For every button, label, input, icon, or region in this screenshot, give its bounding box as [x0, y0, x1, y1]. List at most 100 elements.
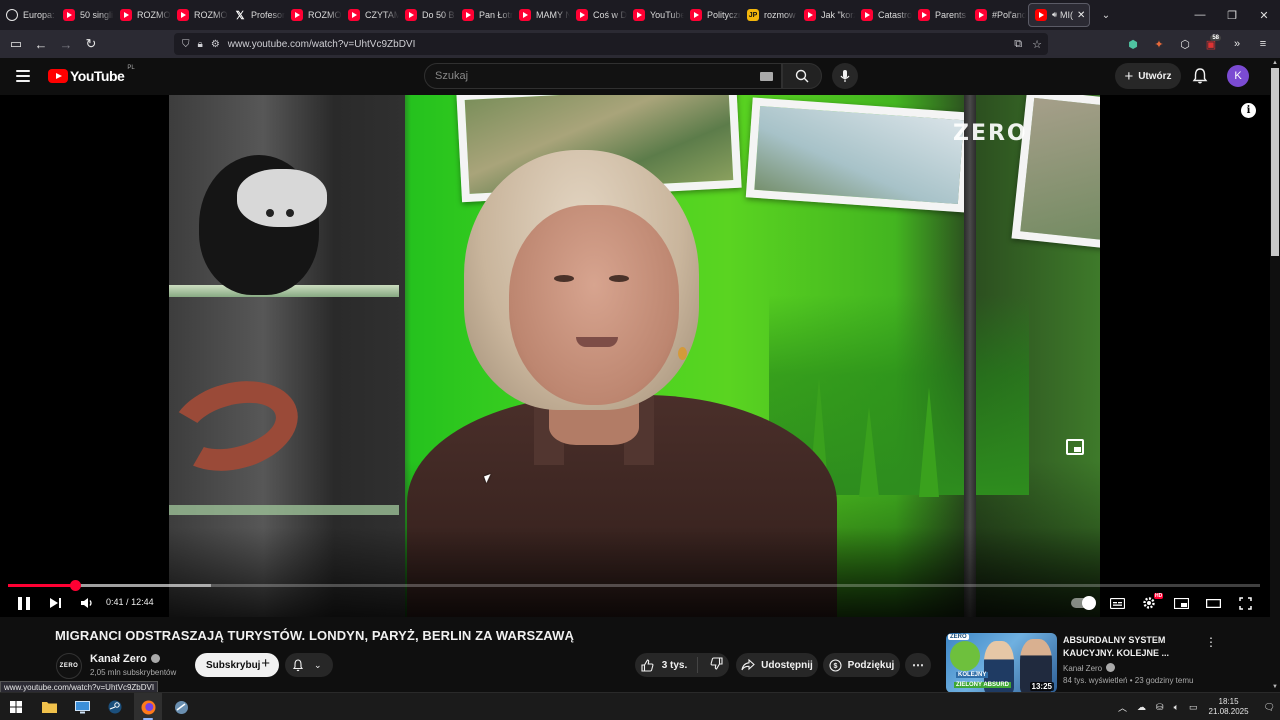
url-text[interactable]: www.youtube.com/watch?v=UhtVc9ZbDVI — [228, 39, 416, 50]
browser-tab-label: YouTube — [650, 10, 684, 20]
recommended-video[interactable]: ZERO KOLEJNY ZIELONY ABSURD 13:25 ABSURD… — [946, 633, 1266, 693]
shield-icon[interactable]: ⛉ — [182, 39, 190, 50]
network-icon[interactable]: ▭ — [1189, 702, 1198, 713]
like-button[interactable]: 3 tys. — [641, 657, 699, 673]
more-actions-button[interactable]: ⋯ — [905, 653, 931, 677]
fullscreen-button[interactable] — [1234, 589, 1256, 617]
windows-logo-icon — [10, 701, 22, 713]
sidebar-toggle-icon[interactable]: ▭ — [4, 32, 28, 56]
channel-name[interactable]: Kanał Zero — [90, 653, 147, 665]
extensions-puzzle-icon[interactable]: ⬡ — [1174, 38, 1196, 51]
scrollbar-thumb[interactable] — [1271, 68, 1279, 256]
steam-app-button[interactable] — [101, 693, 129, 720]
subtitles-button[interactable] — [1106, 589, 1128, 617]
recommended-title[interactable]: ABSURDALNY SYSTEM KAUCYJNY. KOLEJNE ... — [1063, 634, 1183, 660]
browser-tab[interactable]: Polityczn — [684, 0, 741, 30]
browser-tab[interactable]: Catastro — [855, 0, 912, 30]
extension-shield-icon[interactable]: ⬢ — [1122, 38, 1144, 51]
file-explorer-button[interactable] — [35, 693, 63, 720]
extension-badge-icon[interactable]: ▣ 58 — [1200, 34, 1222, 51]
browser-tab[interactable]: CZYTAM — [342, 0, 399, 30]
search-button[interactable] — [782, 63, 822, 89]
create-button[interactable]: + Utwórz — [1115, 63, 1181, 89]
page-scrollbar[interactable]: ▲ ▼ — [1270, 58, 1280, 692]
video-title: MIGRANCI ODSTRASZAJĄ TURYSTÓW. LONDYN, P… — [55, 628, 574, 643]
permissions-icon[interactable]: ⚙ — [211, 39, 220, 50]
forward-button[interactable]: → — [54, 32, 78, 56]
clock[interactable]: 18:15 21.08.2025 — [1209, 697, 1249, 717]
share-button[interactable]: Udostępnij — [736, 653, 818, 677]
account-avatar[interactable]: K — [1227, 65, 1249, 87]
recommended-menu-icon[interactable]: ⋮ — [1205, 635, 1217, 649]
menu-icon[interactable]: ≡ — [1252, 38, 1274, 50]
browser-tab[interactable]: Do 50 B — [399, 0, 456, 30]
autoplay-toggle[interactable] — [1071, 596, 1096, 610]
steam-icon — [108, 700, 122, 714]
recommended-thumbnail[interactable]: ZERO KOLEJNY ZIELONY ABSURD 13:25 — [946, 633, 1057, 693]
close-window-icon[interactable]: ✕ — [1248, 0, 1280, 30]
pause-button[interactable] — [14, 589, 34, 617]
tray-overflow-icon[interactable]: ︿ — [1118, 701, 1127, 714]
product-shelf-icon[interactable] — [1066, 439, 1084, 455]
browser-tab[interactable]: Europa: — [0, 0, 57, 30]
progress-bar[interactable] — [8, 580, 1260, 591]
overflow-chevron-icon[interactable]: » — [1226, 38, 1248, 50]
speaker-icon[interactable]: 🔈︎ — [1174, 702, 1179, 713]
browser-tab[interactable]: ROZMO — [114, 0, 171, 30]
start-button[interactable] — [2, 693, 30, 720]
recommended-channel[interactable]: Kanał Zero — [1063, 663, 1116, 673]
close-tab-icon[interactable]: ✕ — [1077, 10, 1085, 21]
address-bar[interactable]: ⛉ 🔒︎ ⚙ www.youtube.com/watch?v=UhtVc9ZbD… — [174, 33, 1048, 55]
next-video-button[interactable] — [44, 589, 66, 617]
restore-icon[interactable]: ❐ — [1216, 0, 1248, 30]
browser-tab[interactable]: JP rozmow — [741, 0, 798, 30]
volume-button[interactable] — [76, 589, 98, 617]
computer-app-button[interactable] — [68, 693, 96, 720]
youtube-logo[interactable]: YouTube PL — [48, 65, 135, 84]
notifications-bell-icon[interactable] — [1191, 67, 1209, 85]
app-button[interactable] — [167, 693, 195, 720]
keyboard-icon[interactable] — [760, 72, 773, 81]
thanks-button[interactable]: $ Podziękuj — [823, 653, 900, 677]
browser-tab[interactable]: Parents I — [912, 0, 969, 30]
notification-preferences-button[interactable]: ⌄ — [285, 653, 333, 677]
bookmark-star-icon[interactable]: ☆ — [1032, 38, 1042, 51]
channel-avatar[interactable]: ZERO — [56, 653, 82, 679]
video-player[interactable]: ZERO i 0:41 / 12:44 HD — [0, 95, 1270, 617]
browser-tab-active[interactable]: 🔊︎ MI(✕ — [1028, 3, 1090, 27]
dislike-button[interactable] — [698, 657, 723, 673]
onedrive-icon[interactable]: ☁ — [1137, 702, 1146, 713]
browser-tab[interactable]: Coś w D — [570, 0, 627, 30]
theater-mode-button[interactable] — [1202, 589, 1224, 617]
list-all-tabs-chevron-icon[interactable]: ⌄ — [1092, 10, 1120, 21]
miniplayer-button[interactable] — [1170, 589, 1192, 617]
channel-name-link[interactable]: Kanał Zero — [90, 653, 160, 665]
usb-icon[interactable]: ⛁ — [1156, 702, 1164, 713]
browser-tab[interactable]: MAMY N — [513, 0, 570, 30]
browser-tab[interactable]: ROZMO — [285, 0, 342, 30]
notifications-icon[interactable]: 🗨︎ — [1264, 702, 1275, 713]
info-card-icon[interactable]: i — [1241, 103, 1256, 118]
browser-tab[interactable]: YouTube — [627, 0, 684, 30]
scroll-up-arrow-icon[interactable]: ▲ — [1272, 60, 1278, 66]
browser-tab[interactable]: #Pol'and — [969, 0, 1026, 30]
browser-tab[interactable]: Pan Łotr — [456, 0, 513, 30]
browser-tab[interactable]: 50 singli — [57, 0, 114, 30]
browser-tab[interactable]: Jak "korz — [798, 0, 855, 30]
browser-tab[interactable]: 𝕏 Profesor — [228, 0, 285, 30]
extension-fox-icon[interactable]: ✦ — [1148, 38, 1170, 51]
reload-button[interactable]: ↻ — [79, 32, 103, 56]
firefox-app-button[interactable] — [134, 693, 162, 720]
back-button[interactable]: ← — [29, 32, 53, 56]
subscribe-button[interactable]: Subskrybuj + — [195, 653, 279, 677]
voice-search-button[interactable] — [832, 63, 858, 89]
browser-tab[interactable]: ROZMO — [171, 0, 228, 30]
lock-icon[interactable]: 🔒︎ — [198, 39, 203, 50]
scroll-down-arrow-icon[interactable]: ▼ — [1272, 684, 1278, 690]
audio-playing-icon[interactable]: 🔊︎ — [1052, 10, 1057, 20]
recommended-channel-name[interactable]: Kanał Zero — [1063, 664, 1102, 673]
minimize-icon[interactable]: — — [1184, 0, 1216, 30]
guide-menu-icon[interactable] — [16, 70, 30, 82]
search-input[interactable]: Szukaj — [424, 63, 782, 89]
picture-in-picture-icon[interactable]: ⧉ — [1014, 38, 1022, 51]
